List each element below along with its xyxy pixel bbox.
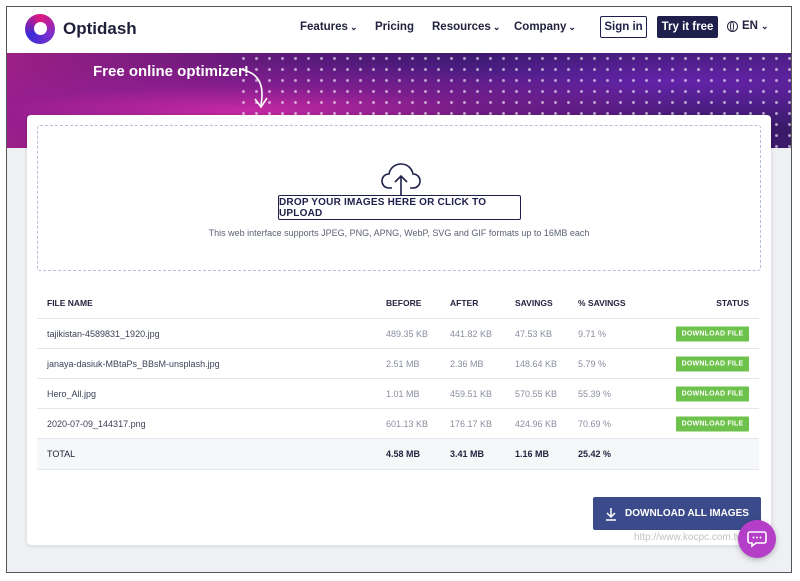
table-row: tajikistan-4589831_1920.jpg 489.35 KB 44… (37, 319, 759, 349)
file-name: janaya-dasiuk-MBtaPs_BBsM-unsplash.jpg (47, 358, 220, 369)
language-label: EN (742, 20, 758, 32)
size-before: 601.13 KB (386, 418, 429, 429)
size-before: 2.51 MB (386, 358, 420, 369)
total-savings: 1.16 MB (515, 449, 550, 459)
pct-savings: 9.71 % (578, 328, 607, 339)
results-table: FILE NAME BEFORE AFTER SAVINGS % SAVINGS… (37, 288, 759, 470)
curved-arrow-icon (242, 69, 268, 109)
file-name: Hero_All.jpg (47, 388, 97, 399)
supported-formats-text: This web interface supports JPEG, PNG, A… (208, 228, 590, 238)
header-after: AFTER (450, 298, 479, 308)
total-after: 3.41 MB (450, 449, 485, 459)
size-before: 489.35 KB (386, 328, 429, 339)
nav-item-features[interactable]: Features ⌄ (300, 21, 357, 33)
nav-item-features-label: Features (300, 21, 348, 33)
chevron-down-icon: ⌄ (760, 20, 769, 31)
size-savings: 570.55 KB (515, 388, 558, 399)
download-icon (606, 507, 617, 521)
nav-item-pricing[interactable]: Pricing (375, 21, 414, 33)
header-before: BEFORE (386, 298, 422, 308)
download-all-label: DOWNLOAD ALL IMAGES (625, 508, 749, 519)
download-file-button[interactable]: DOWNLOAD FILE (676, 416, 749, 431)
logo[interactable]: Optidash (25, 14, 137, 44)
globe-icon (727, 20, 738, 32)
sign-in-button[interactable]: Sign in (600, 16, 647, 38)
size-savings: 47.53 KB (515, 328, 553, 339)
watermark-url: http://www.kocpc.com.tw (634, 532, 744, 543)
optimizer-card: DROP YOUR IMAGES HERE OR CLICK TO UPLOAD… (27, 115, 771, 545)
header-savings: SAVINGS (515, 298, 553, 308)
total-label: TOTAL (47, 449, 76, 459)
upload-dropzone[interactable]: DROP YOUR IMAGES HERE OR CLICK TO UPLOAD… (37, 125, 761, 271)
chat-widget-button[interactable] (738, 520, 776, 558)
table-row: 2020-07-09_144317.png 601.13 KB 176.17 K… (37, 409, 759, 439)
table-row: Hero_All.jpg 1.01 MB 459.51 KB 570.55 KB… (37, 379, 759, 409)
size-after: 459.51 KB (450, 388, 493, 399)
file-name: tajikistan-4589831_1920.jpg (47, 328, 160, 339)
size-savings: 424.96 KB (515, 418, 558, 429)
chat-bubble-icon (747, 531, 767, 548)
size-savings: 148.64 KB (515, 358, 558, 369)
nav-item-company[interactable]: Company ⌄ (514, 21, 576, 33)
pct-savings: 5.79 % (578, 358, 607, 369)
download-all-images-button[interactable]: DOWNLOAD ALL IMAGES (593, 497, 761, 530)
nav-item-company-label: Company (514, 21, 567, 33)
pct-savings: 70.69 % (578, 418, 612, 429)
table-header: FILE NAME BEFORE AFTER SAVINGS % SAVINGS… (37, 288, 759, 319)
total-before: 4.58 MB (386, 449, 421, 459)
chevron-down-icon: ⌄ (492, 22, 501, 32)
app-window: Optidash Features ⌄ Pricing Resources ⌄ Co… (6, 6, 792, 573)
size-before: 1.01 MB (386, 388, 420, 399)
total-pct-savings: 25.42 % (578, 449, 612, 459)
language-selector[interactable]: EN ⌄ (727, 20, 769, 32)
cloud-upload-icon (381, 163, 421, 195)
optidash-logo-icon (25, 14, 55, 44)
download-file-button[interactable]: DOWNLOAD FILE (676, 356, 749, 371)
header-status: STATUS (716, 298, 749, 308)
chevron-down-icon: ⌄ (349, 22, 358, 32)
pct-savings: 55.39 % (578, 388, 612, 399)
download-file-button[interactable]: DOWNLOAD FILE (676, 326, 749, 341)
chevron-down-icon: ⌄ (568, 22, 576, 32)
table-row: janaya-dasiuk-MBtaPs_BBsM-unsplash.jpg 2… (37, 349, 759, 379)
header-pct-savings: % SAVINGS (578, 298, 626, 308)
header-file-name: FILE NAME (47, 298, 93, 308)
hero-title: Free online optimizer! (93, 63, 249, 80)
size-after: 2.36 MB (450, 358, 484, 369)
logo-text: Optidash (63, 19, 137, 38)
size-after: 176.17 KB (450, 418, 493, 429)
nav-item-pricing-label: Pricing (375, 21, 414, 33)
top-navigation-bar: Optidash Features ⌄ Pricing Resources ⌄ Co… (7, 7, 791, 54)
nav-item-resources-label: Resources (432, 21, 491, 33)
size-after: 441.82 KB (450, 328, 493, 339)
table-total-row: TOTAL 4.58 MB 3.41 MB 1.16 MB 25.42 % (37, 439, 759, 470)
file-name: 2020-07-09_144317.png (47, 418, 146, 429)
try-it-free-button[interactable]: Try it free (657, 16, 718, 38)
nav-item-resources[interactable]: Resources ⌄ (432, 21, 500, 33)
upload-button[interactable]: DROP YOUR IMAGES HERE OR CLICK TO UPLOAD (278, 195, 521, 220)
download-file-button[interactable]: DOWNLOAD FILE (676, 386, 749, 401)
